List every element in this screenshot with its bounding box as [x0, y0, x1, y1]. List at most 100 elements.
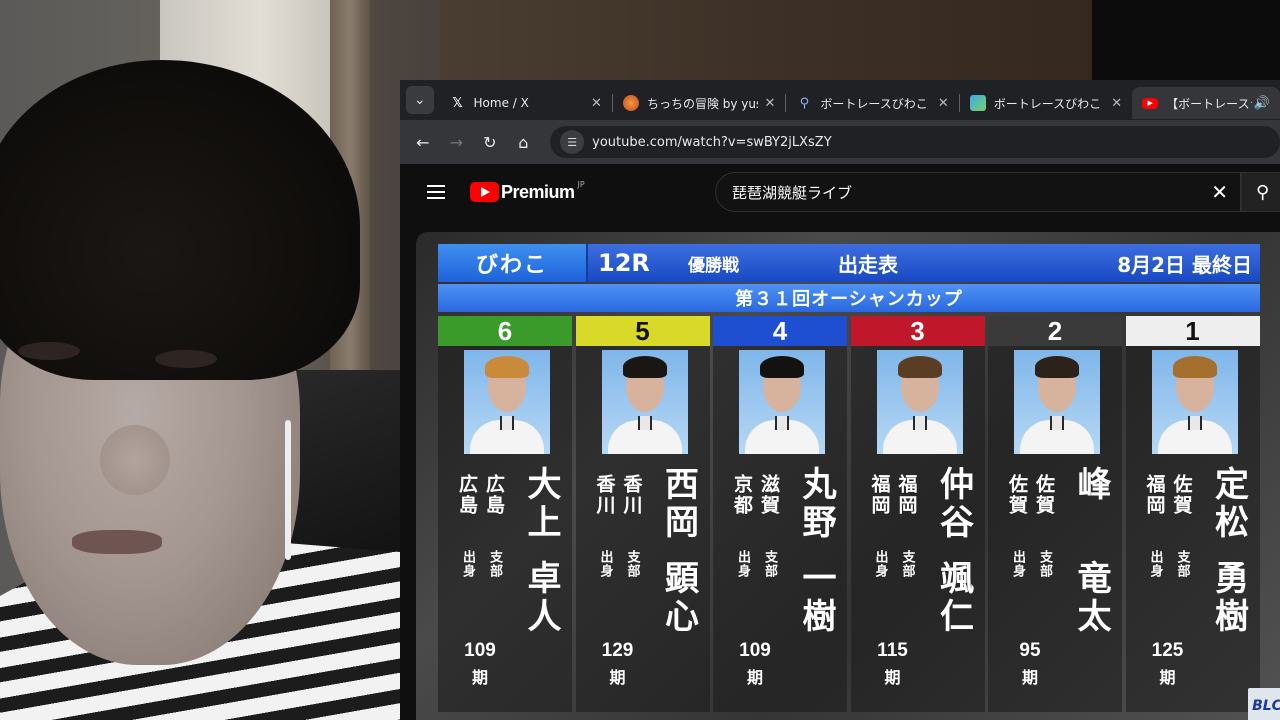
racer-given-name: 一樹 [796, 560, 836, 636]
home-icon: ⌂ [518, 132, 529, 152]
tab-boatrace-live[interactable]: ▶ 【ボートレースライブ】 🔊 [1132, 87, 1280, 119]
racer-branch: 佐賀 [1170, 474, 1193, 516]
race-date: 8月2日 最終日 [1117, 252, 1252, 277]
racer-family-name: 西岡 [658, 466, 699, 542]
racer-column-lane-2: 2 峰竜太 佐賀 佐賀 支部 出身 95 期 [988, 316, 1122, 712]
close-tab-icon[interactable]: ✕ [764, 96, 775, 111]
hamburger-menu-icon[interactable] [416, 172, 456, 212]
racer-given-name: 颯仁 [933, 560, 974, 636]
racer-birthplace: 香川 [593, 474, 616, 516]
lane-number: 3 [850, 316, 985, 346]
tab-home-x[interactable]: 𝕏 Home / X ✕ [440, 87, 612, 119]
site-info-icon[interactable]: ☰ [560, 130, 585, 154]
racer-term: 109 [464, 640, 496, 661]
lane-number: 2 [988, 316, 1122, 346]
racer-branch: 佐賀 [1033, 474, 1055, 516]
racer-family-name: 大上 [521, 466, 561, 542]
racer-family-name: 仲谷 [933, 466, 974, 542]
racer-birthplace: 佐賀 [1006, 474, 1028, 516]
term-suffix: 期 [471, 668, 488, 687]
racer-photo [1151, 350, 1238, 454]
url-text: youtube.com/watch?v=swBY2jLXsZY [592, 134, 832, 150]
racer-given-name: 竜太 [1071, 560, 1111, 636]
home-button[interactable]: ⌂ [507, 125, 541, 159]
nose [100, 425, 170, 495]
tab-search-button[interactable]: ⌄ [406, 86, 434, 114]
racer-family-name: 丸野 [796, 466, 836, 542]
streamer [0, 30, 400, 720]
racer-photo [739, 350, 825, 454]
racer-branch: 滋賀 [758, 474, 780, 516]
search-icon: ⚲ [799, 95, 810, 111]
back-button[interactable]: ← [406, 125, 440, 159]
term-suffix: 期 [1159, 668, 1176, 687]
race-number: 12R [598, 249, 650, 277]
youtube-header: Premium JP 琵琶湖競艇ライブ ✕ ⚲ [400, 164, 1280, 220]
venue-name: びわこ [438, 244, 588, 282]
wall-panel [440, 0, 1100, 82]
youtube-play-icon [470, 182, 499, 202]
close-tab-icon[interactable]: ✕ [938, 96, 949, 111]
arrow-left-icon: ← [416, 132, 430, 152]
search-input[interactable]: 琵琶湖競艇ライブ ✕ [715, 172, 1241, 212]
youtube-logo[interactable]: Premium JP [470, 179, 585, 203]
tab-title: Home / X [473, 96, 529, 110]
mouth [72, 530, 162, 554]
chevron-down-icon: ⌄ [413, 92, 426, 108]
clear-search-icon[interactable]: ✕ [1211, 180, 1228, 204]
close-tab-icon[interactable]: ✕ [1111, 96, 1122, 111]
speaker-icon[interactable]: 🔊 [1254, 96, 1270, 111]
racer-column-lane-4: 4 丸野 一樹 滋賀 京都 支部 出身 109 期 [713, 316, 847, 712]
term-suffix: 期 [1021, 668, 1038, 687]
search-icon: ⚲ [1256, 181, 1270, 203]
racer-given-name: 勇樹 [1208, 560, 1249, 636]
lane-number: 5 [575, 316, 710, 346]
video-player[interactable]: びわこ 12R 優勝戦 出走表 8月2日 最終日 第３１回オーシャンカップ 6 大… [416, 232, 1280, 720]
forward-button[interactable]: → [440, 125, 474, 159]
racer-branch: 香川 [620, 474, 643, 516]
tab-biwako-official[interactable]: ボートレースびわこ Official ✕ [960, 87, 1132, 119]
racer-photo [601, 350, 688, 454]
racer-term: 125 [1151, 640, 1184, 661]
racer-given-name: 卓人 [521, 560, 561, 636]
racer-birthplace: 広島 [456, 474, 478, 516]
search-button[interactable]: ⚲ [1241, 172, 1280, 212]
youtube-icon: ▶ [1142, 97, 1159, 109]
racer-birthplace: 福岡 [1143, 474, 1166, 516]
racer-birthplace: 京都 [731, 474, 753, 516]
browser-window: ⌄ 𝕏 Home / X ✕ ちっちの冒険 by yusuke ✕ ⚲ ボートレ… [400, 80, 1280, 720]
arrow-right-icon: → [449, 132, 463, 152]
close-tab-icon[interactable]: ✕ [591, 96, 602, 111]
racer-photo [1014, 350, 1100, 454]
racer-term: 109 [739, 640, 771, 661]
reload-button[interactable]: ↻ [473, 125, 507, 159]
birthplace-label: 出身 [872, 550, 888, 578]
birthplace-label: 出身 [1147, 550, 1163, 578]
racer-column-lane-6: 6 大上 卓人 広島 広島 支部 出身 109 期 [438, 316, 572, 712]
right-eye [155, 350, 217, 368]
branch-label: 支部 [487, 550, 502, 578]
racer-family-name: 定松 [1208, 466, 1249, 542]
lane-number: 4 [713, 316, 847, 346]
racer-column-lane-5: 5 西岡 顕心 香川 香川 支部 出身 129 期 [575, 316, 710, 712]
racer-term: 129 [601, 640, 634, 661]
race-type: 優勝戦 [688, 255, 739, 276]
avatar-icon [622, 95, 639, 111]
tab-title: 【ボートレースライブ】 [1166, 96, 1252, 111]
branch-label: 支部 [762, 550, 777, 578]
address-bar[interactable]: ☰ youtube.com/watch?v=swBY2jLXsZY [550, 126, 1280, 158]
branch-label: 支部 [1037, 550, 1052, 578]
channel-watermark: BLC [1248, 688, 1280, 720]
tab-search-results[interactable]: ⚲ ボートレースびわこ - 検索 ✕ [786, 87, 958, 119]
earphone-cable [285, 420, 291, 560]
racer-photo [876, 350, 963, 454]
search-query: 琵琶湖競艇ライブ [732, 183, 853, 202]
region-code: JP [577, 179, 585, 189]
branch-label: 支部 [624, 550, 640, 578]
branch-label: 支部 [899, 550, 915, 578]
tab-chicchi[interactable]: ちっちの冒険 by yusuke ✕ [613, 87, 785, 119]
site-icon [969, 95, 986, 111]
tab-title: ちっちの冒険 by yusuke [646, 96, 759, 111]
browser-toolbar: ← → ↻ ⌂ ☰ youtube.com/watch?v=swBY2jLXsZ… [400, 120, 1280, 164]
racer-family-name: 峰 [1071, 466, 1111, 504]
